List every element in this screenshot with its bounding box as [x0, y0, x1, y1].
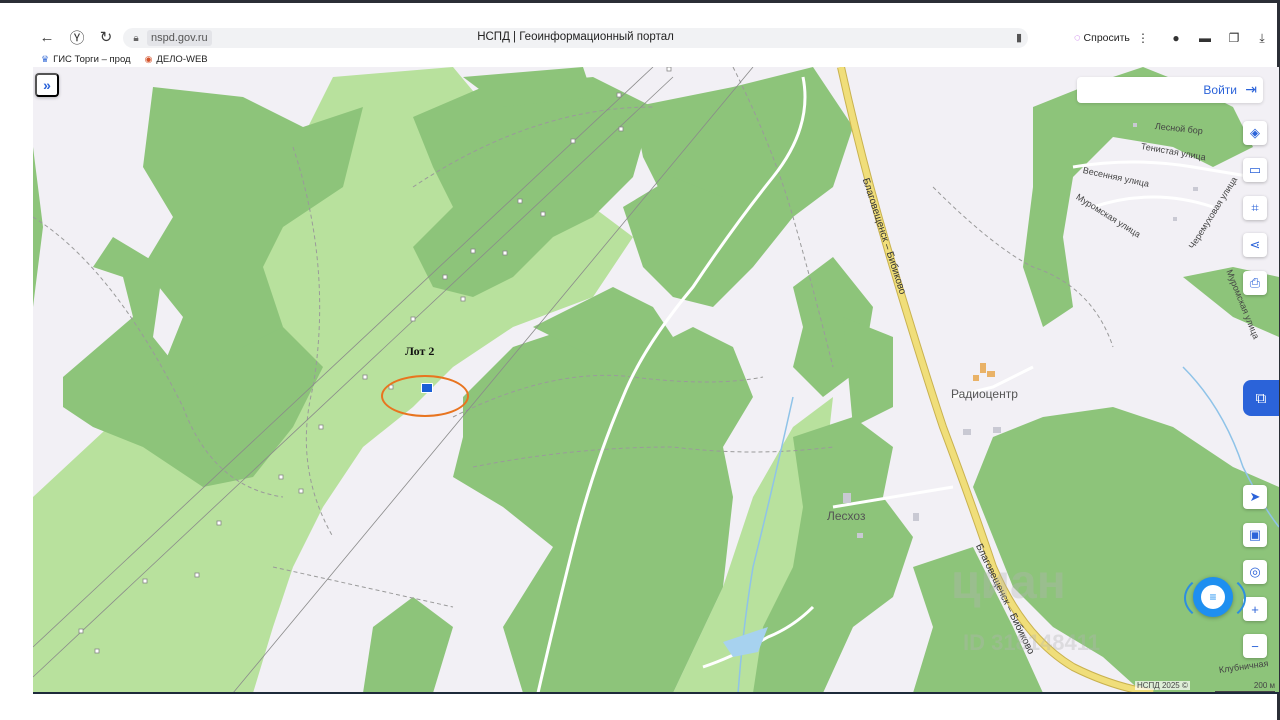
map-copyright: НСПД 2025 ©	[1135, 681, 1190, 690]
select-area-icon: ⌗	[1251, 200, 1259, 215]
map-base-layer	[33, 67, 1279, 693]
zoom-out-button[interactable]: −	[1243, 634, 1267, 658]
back-button[interactable]: ←	[35, 25, 59, 49]
browser-chrome: ← Ⓨ ↻ 🔒︎ nspd.gov.ru НСПД | Геоинформаци…	[33, 3, 1277, 67]
window-bottom-border	[33, 692, 1279, 694]
more-menu-icon[interactable]: ⋮	[1133, 28, 1153, 48]
locate-button[interactable]: ➤	[1243, 485, 1267, 509]
page-title: НСПД | Геоинформационный портал	[477, 31, 674, 43]
zoom-in-button[interactable]: +	[1243, 597, 1267, 621]
yandex-icon[interactable]: Ⓨ	[65, 25, 89, 49]
collections-icon[interactable]: ❐	[1224, 28, 1244, 48]
layers-button[interactable]: ◈	[1243, 121, 1267, 145]
navigation-arrow-icon: ➤	[1249, 489, 1261, 504]
expand-panel-button[interactable]: »	[35, 73, 59, 97]
browser-toolbar: ← Ⓨ ↻ 🔒︎ nspd.gov.ru НСПД | Геоинформаци…	[33, 25, 1277, 51]
bookmark-icon[interactable]: ▮	[1016, 31, 1022, 44]
pocket-icon[interactable]: ▬	[1195, 28, 1215, 48]
minimap-icon: ▣	[1248, 527, 1262, 542]
chat-icon: ≡	[1201, 585, 1225, 609]
login-button[interactable]: Войти ⇥	[1077, 77, 1263, 103]
place-label-leshoz: Лесхоз	[827, 509, 866, 523]
ask-button[interactable]: ◌ Спросить	[1068, 28, 1136, 48]
plus-icon: +	[1251, 601, 1259, 617]
layers-icon: ◈	[1250, 125, 1260, 140]
map-scale-bar: 200 м	[1215, 681, 1275, 692]
reload-button[interactable]: ↻	[94, 25, 118, 49]
ask-label: Спросить	[1083, 32, 1130, 44]
ruler-icon: ▭	[1248, 162, 1262, 177]
ai-sparkle-icon: ◌	[1074, 32, 1081, 44]
address-bar[interactable]: 🔒︎ nspd.gov.ru НСПД | Геоинформационный …	[123, 28, 1028, 48]
select-area-button[interactable]: ⌗	[1243, 196, 1267, 220]
bookmark-label: ДЕЛО-WEB	[156, 53, 208, 65]
geolocation-icon: ◎	[1249, 564, 1261, 579]
cian-watermark-id: ID 318148411	[963, 630, 1101, 655]
lot-label: Лот 2	[405, 344, 435, 358]
cian-watermark: циан	[951, 556, 1066, 609]
print-button[interactable]: ⎙	[1243, 271, 1267, 295]
place-label-radiocenter: Радиоцентр	[951, 387, 1018, 401]
delo-web-icon: ◉	[144, 53, 153, 64]
bookmark-delo-web[interactable]: ◉ ДЕЛО-WEB	[145, 52, 208, 66]
lot-highlight-ring	[381, 375, 469, 417]
share-button[interactable]: ⋖	[1243, 233, 1267, 257]
bookmark-label: ГИС Торги – прод	[53, 53, 131, 65]
panel-icon: ⧉	[1255, 389, 1267, 407]
measure-button[interactable]: ▭	[1243, 158, 1267, 182]
map-canvas[interactable]: » Войти ⇥ ◈ ▭ ⌗ ⋖ ⎙ ⧉ ➤ ▣ ◎ + − ≡ Лот 2 …	[33, 67, 1279, 693]
login-label: Войти	[1203, 83, 1237, 97]
printer-icon: ⎙	[1249, 275, 1261, 290]
side-panel-tab[interactable]: ⧉	[1243, 380, 1279, 416]
bookmark-gis-torgi[interactable]: ♛ ГИС Торги – прод	[41, 52, 131, 66]
extension-icon[interactable]: ●	[1166, 28, 1186, 48]
gis-torgi-icon: ♛	[41, 53, 50, 64]
download-icon[interactable]: ⤓	[1252, 28, 1272, 48]
minimap-button[interactable]: ▣	[1243, 523, 1267, 547]
chat-button[interactable]: ≡	[1193, 577, 1233, 617]
minus-icon: −	[1251, 638, 1259, 654]
geolocation-button[interactable]: ◎	[1243, 560, 1267, 584]
bookmarks-bar: ♛ ГИС Торги – прод ◉ ДЕЛО-WEB	[41, 52, 208, 66]
share-icon: ⋖	[1249, 237, 1261, 252]
login-icon: ⇥	[1245, 81, 1257, 97]
